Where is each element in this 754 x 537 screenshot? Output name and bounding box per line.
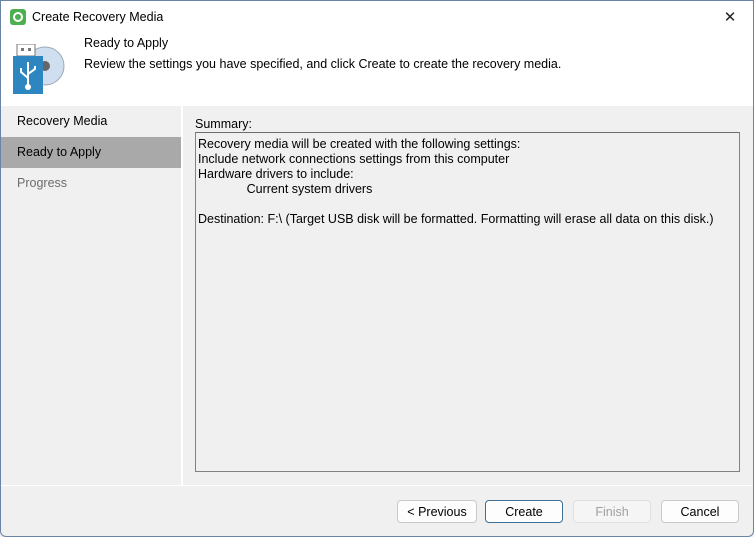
summary-textbox[interactable]: Recovery media will be created with the … xyxy=(195,132,740,472)
close-button[interactable]: ✕ xyxy=(707,1,753,32)
dialog-window: Create Recovery Media ✕ Ready to Apply R… xyxy=(0,0,754,537)
sidebar-divider xyxy=(181,106,183,485)
finish-button: Finish xyxy=(573,500,651,523)
footer-divider xyxy=(1,485,753,486)
wizard-steps: Recovery Media Ready to Apply Progress xyxy=(1,106,181,485)
previous-button[interactable]: < Previous xyxy=(397,500,477,523)
app-icon xyxy=(10,8,26,25)
page-description: Review the settings you have specified, … xyxy=(84,57,562,71)
summary-label: Summary: xyxy=(195,117,252,131)
step-progress: Progress xyxy=(17,176,68,190)
page-header: Ready to Apply Review the settings you h… xyxy=(1,32,753,106)
step-recovery-media[interactable]: Recovery Media xyxy=(1,106,181,137)
cancel-button[interactable]: Cancel xyxy=(661,500,739,523)
title-bar: Create Recovery Media ✕ xyxy=(1,1,753,32)
page-title: Ready to Apply xyxy=(84,36,169,50)
create-button[interactable]: Create xyxy=(485,500,563,523)
usb-recovery-media-icon xyxy=(13,44,65,94)
window-title: Create Recovery Media xyxy=(32,9,164,24)
step-ready-to-apply[interactable]: Ready to Apply xyxy=(1,137,181,168)
